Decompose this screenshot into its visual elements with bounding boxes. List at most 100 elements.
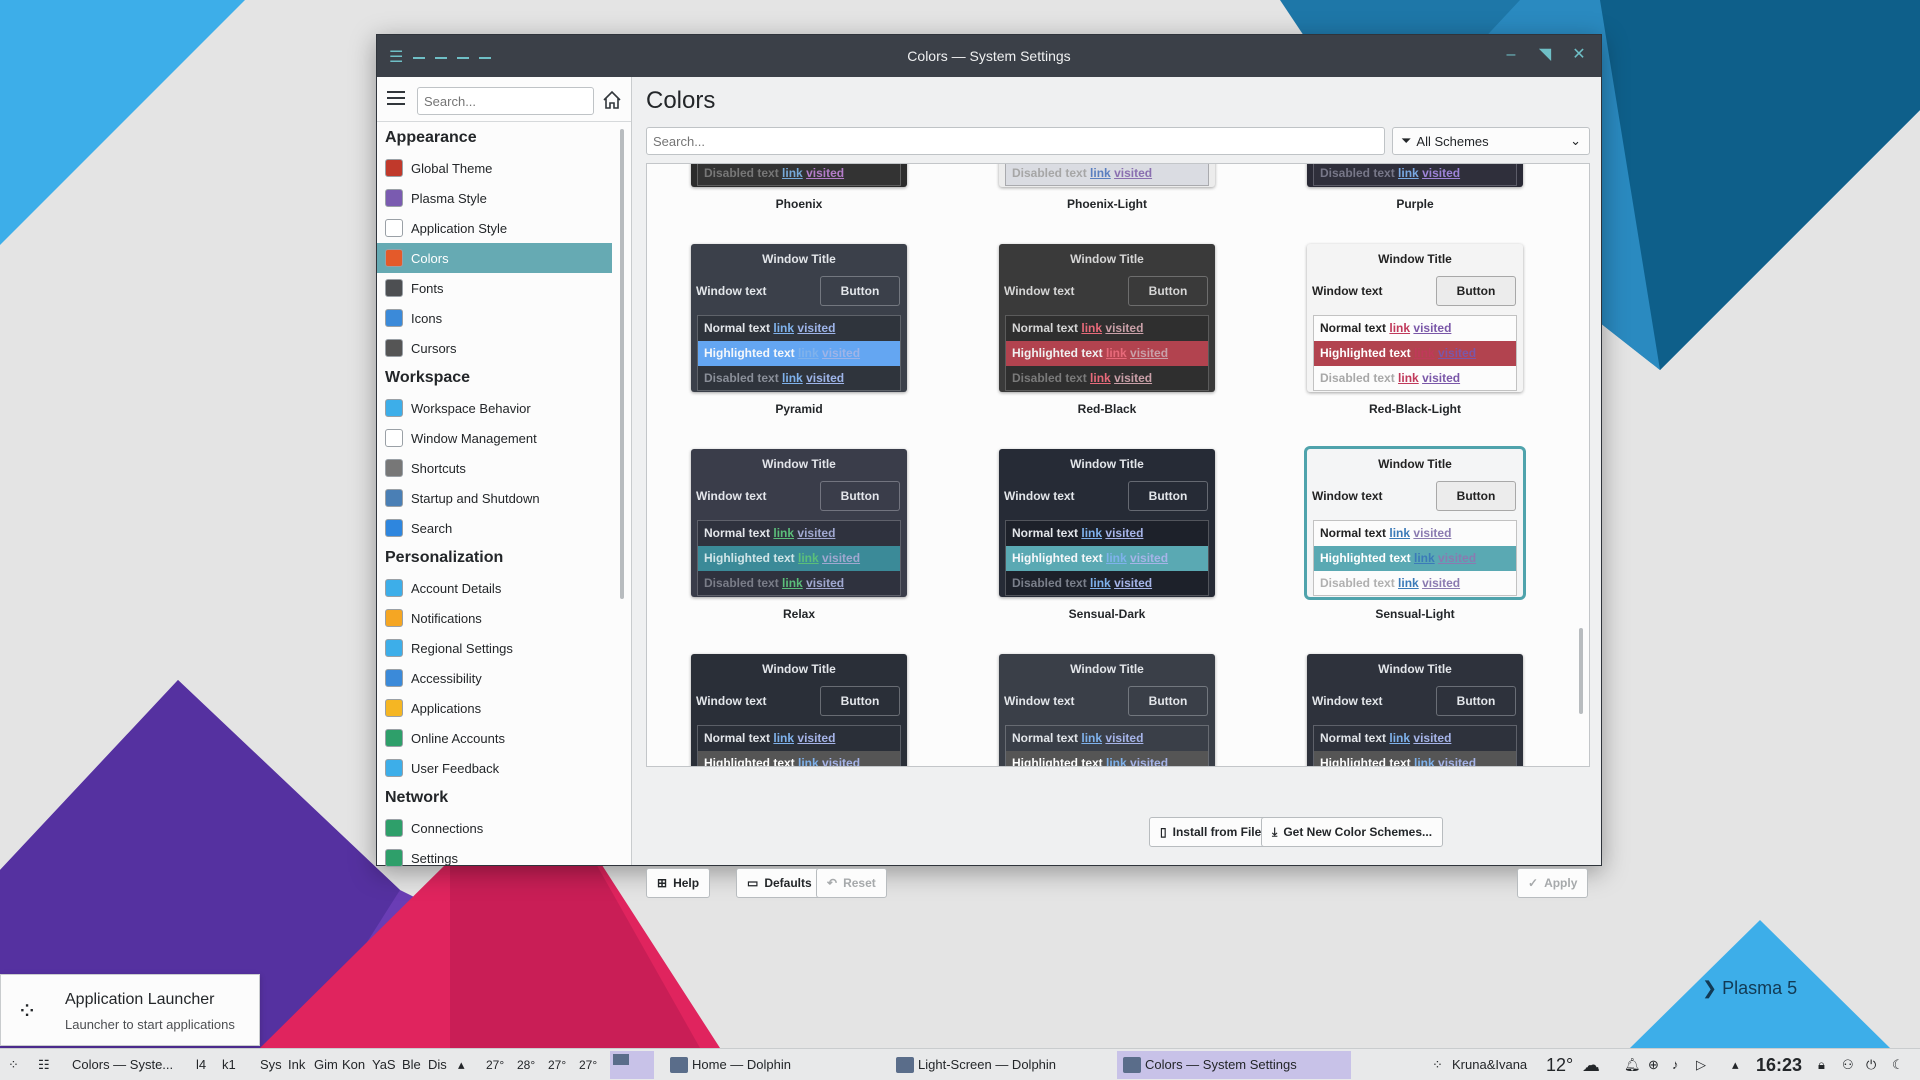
sidebar-item-accessibility[interactable]: Accessibility xyxy=(377,663,612,693)
preview-normal-text: Normal text xyxy=(704,731,771,745)
scheme-card[interactable]: Window TitleWindow textButtonNormal text… xyxy=(691,164,907,211)
scheme-card[interactable]: Window TitleWindow textButtonNormal text… xyxy=(1307,654,1523,766)
sidebar-item-user-feedback[interactable]: User Feedback xyxy=(377,753,612,783)
sidebar-item-icons[interactable]: Icons xyxy=(377,303,612,333)
apply-button[interactable]: ✓ Apply xyxy=(1517,868,1589,898)
scheme-card[interactable]: Window TitleWindow textButtonNormal text… xyxy=(691,654,907,766)
grid-scrollbar[interactable] xyxy=(1579,628,1583,714)
sidebar-item-plasma-style[interactable]: Plasma Style xyxy=(377,183,612,213)
weather-cloud-icon[interactable]: ☁ xyxy=(1582,1049,1600,1080)
window-title: Colors — System Settings xyxy=(907,48,1071,64)
temperature-readout[interactable]: 27° xyxy=(548,1049,566,1080)
preview-normal-row: Normal text link visited xyxy=(1006,726,1208,751)
network-icon[interactable]: ⁘ xyxy=(1432,1049,1443,1080)
pinned-launcher[interactable]: YaS xyxy=(372,1049,396,1080)
moon-icon[interactable]: ☾ xyxy=(1892,1049,1904,1080)
scheme-search-input[interactable] xyxy=(646,127,1385,155)
get-new-schemes-button[interactable]: ⤓ Get New Color Schemes... xyxy=(1261,817,1444,847)
home-icon[interactable] xyxy=(601,89,623,111)
sidebar-item-applications[interactable]: Applications xyxy=(377,693,612,723)
sidebar-item-label: Notifications xyxy=(411,610,482,626)
preview-disabled-text: Disabled text xyxy=(1320,166,1395,180)
preview-visited: visited xyxy=(1422,576,1461,590)
expand-arrow-icon[interactable]: ▴ xyxy=(458,1049,465,1080)
reset-button[interactable]: ↶ Reset xyxy=(816,868,887,898)
temperature-readout[interactable]: 27° xyxy=(579,1049,597,1080)
sidebar-item-cursors[interactable]: Cursors xyxy=(377,333,612,363)
sidebar-item-account-details[interactable]: Account Details xyxy=(377,573,612,603)
sidebar-item-connections[interactable]: Connections xyxy=(377,813,612,843)
sidebar-item-search[interactable]: Search xyxy=(377,513,612,543)
task-item[interactable]: Colors — System Settings xyxy=(1117,1051,1351,1079)
preview-highlighted-text: Highlighted text xyxy=(704,346,795,360)
user-label[interactable]: Kruna&Ivana xyxy=(1452,1049,1527,1080)
sidebar-item-regional-settings[interactable]: Regional Settings xyxy=(377,633,612,663)
scheme-card[interactable]: Window TitleWindow textButtonNormal text… xyxy=(691,244,907,416)
sidebar-item-settings[interactable]: Settings xyxy=(377,843,612,873)
pinned-launcher[interactable]: l4 xyxy=(196,1049,206,1080)
task-item[interactable]: Light-Screen — Dolphin xyxy=(890,1051,1112,1079)
sidebar-item-online-accounts[interactable]: Online Accounts xyxy=(377,723,612,753)
window-list-icon[interactable]: ☷ xyxy=(38,1049,50,1080)
close-button[interactable]: ✕ xyxy=(1569,45,1589,65)
maximize-button[interactable]: ◥ xyxy=(1535,45,1555,65)
help-button[interactable]: ⊞ Help xyxy=(646,868,711,898)
sidebar-item-window-management[interactable]: Window Management xyxy=(377,423,612,453)
preview-view: Normal text link visitedHighlighted text… xyxy=(697,315,901,391)
reset-icon: ↶ xyxy=(827,876,838,890)
sidebar-item-workspace-behavior[interactable]: Workspace Behavior xyxy=(377,393,612,423)
icons-icon xyxy=(385,309,403,327)
pinned-launcher[interactable]: Gim xyxy=(314,1049,338,1080)
pager[interactable] xyxy=(610,1051,654,1079)
sidebar-item-application-style[interactable]: Application Style xyxy=(377,213,612,243)
scheme-card[interactable]: Window TitleWindow textButtonNormal text… xyxy=(999,244,1215,416)
color-scheme-grid[interactable]: Window Title Window text Button Normal text… xyxy=(646,163,1590,767)
weather-temp[interactable]: 12° xyxy=(1546,1049,1573,1080)
pinned-launcher[interactable]: Kon xyxy=(342,1049,365,1080)
title-bar[interactable]: ☰ Colors — System Settings – ◥ ✕ xyxy=(377,35,1601,77)
pinned-launcher[interactable]: Dis xyxy=(428,1049,447,1080)
audio-icon[interactable]: ♪ xyxy=(1672,1049,1679,1080)
minimize-button[interactable]: – xyxy=(1501,45,1521,65)
help-label: Help xyxy=(673,876,700,890)
sidebar-item-notifications[interactable]: Notifications xyxy=(377,603,612,633)
application-launcher-icon[interactable]: ⁘ xyxy=(8,1049,19,1080)
sidebar-item-startup-and-shutdown[interactable]: Startup and Shutdown xyxy=(377,483,612,513)
clock[interactable]: 16:23 xyxy=(1756,1049,1802,1080)
temperature-readout[interactable]: 28° xyxy=(517,1049,535,1080)
temperature-readout[interactable]: 27° xyxy=(486,1049,504,1080)
pinned-launcher[interactable]: Sys xyxy=(260,1049,282,1080)
preview-link: link xyxy=(782,576,803,590)
update-icon[interactable]: ⊕ xyxy=(1648,1049,1659,1080)
sidebar-item-colors[interactable]: Colors xyxy=(377,243,612,273)
scheme-card[interactable]: Window TitleWindow textButtonNormal text… xyxy=(999,449,1215,621)
media-play-icon[interactable]: ▷ xyxy=(1696,1049,1706,1080)
scheme-card[interactable]: Window TitleWindow textButtonNormal text… xyxy=(1307,164,1523,211)
current-window-label[interactable]: Colors — Syste... xyxy=(72,1049,173,1080)
scheme-filter-dropdown[interactable]: ⏷ All Schemes ⌄ xyxy=(1392,127,1590,155)
sidebar-search-input[interactable] xyxy=(417,87,594,115)
scheme-card[interactable]: Window TitleWindow textButtonNormal text… xyxy=(999,654,1215,766)
sidebar-item-fonts[interactable]: Fonts xyxy=(377,273,612,303)
pinned-launcher[interactable]: k1 xyxy=(222,1049,236,1080)
preview-visited: visited xyxy=(1413,321,1452,335)
pinned-launcher[interactable]: Ble xyxy=(402,1049,421,1080)
scheme-card[interactable]: Window TitleWindow textButtonNormal text… xyxy=(1307,244,1523,416)
power-icon[interactable]: ⏻ xyxy=(1866,1049,1876,1080)
hamburger-menu-icon[interactable] xyxy=(387,91,405,105)
scheme-card[interactable]: Window TitleWindow textButtonNormal text… xyxy=(1307,449,1523,621)
task-item[interactable]: Home — Dolphin xyxy=(664,1051,886,1079)
preview-normal-row: Normal text link visited xyxy=(1314,521,1516,546)
scheme-card[interactable]: Window TitleWindow textButtonNormal text… xyxy=(691,449,907,621)
network-manager-icon[interactable]: ⚇ xyxy=(1842,1049,1854,1080)
defaults-button[interactable]: ▭ Defaults xyxy=(736,868,823,898)
bell-icon[interactable]: 🔔︎ xyxy=(1624,1049,1641,1080)
pinned-launcher[interactable]: Ink xyxy=(288,1049,305,1080)
sidebar-item-shortcuts[interactable]: Shortcuts xyxy=(377,453,612,483)
lock-icon[interactable]: 🔒︎ xyxy=(1818,1049,1825,1080)
scheme-card[interactable]: Window TitleWindow textButtonNormal text… xyxy=(999,164,1215,211)
sidebar-item-global-theme[interactable]: Global Theme xyxy=(377,153,612,183)
sidebar-scrollbar[interactable] xyxy=(620,129,624,599)
tray-expand-icon[interactable]: ▴ xyxy=(1732,1049,1739,1080)
preview-disabled-row: Disabled text link visited xyxy=(1314,366,1516,391)
